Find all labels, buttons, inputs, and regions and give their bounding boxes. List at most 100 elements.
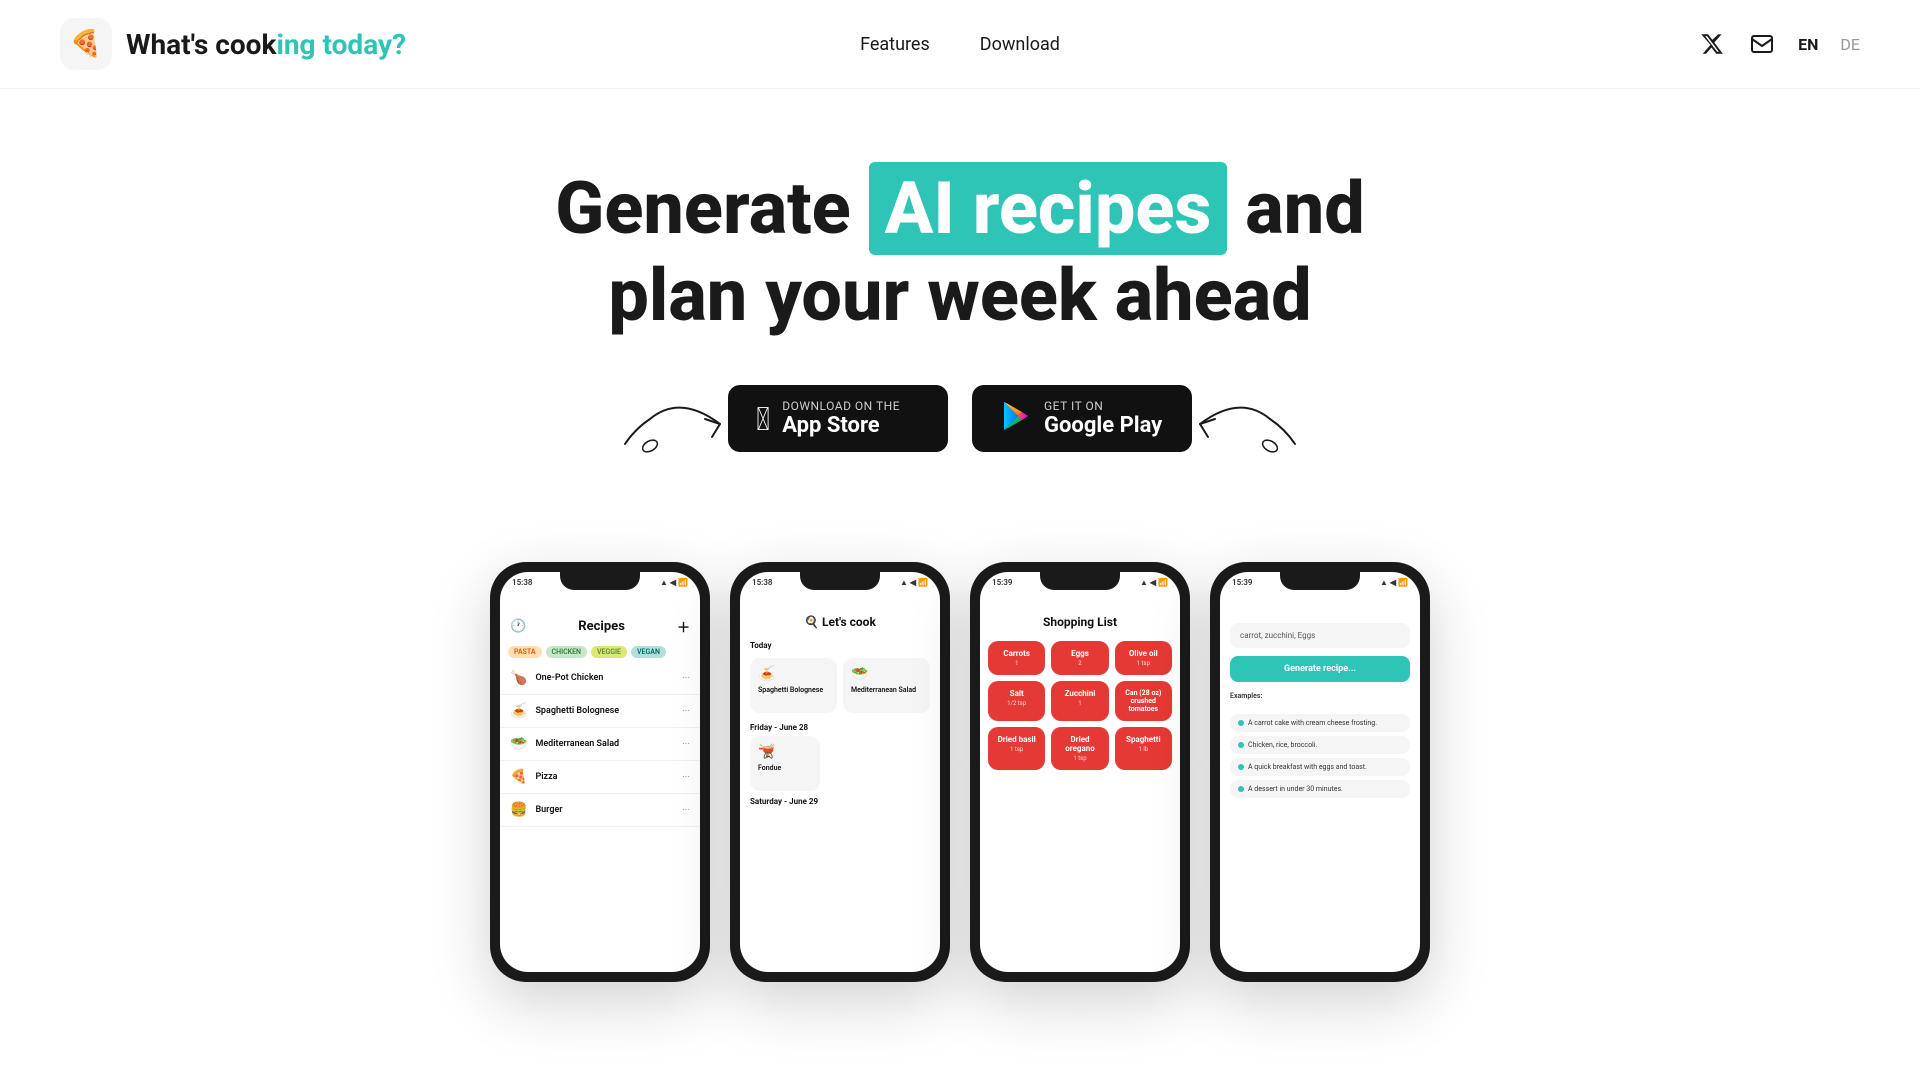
recipe-menu-1[interactable]: ··· — [682, 673, 690, 684]
recipe-menu-2[interactable]: ··· — [682, 706, 690, 717]
letscook-friday-title: Friday - June 28 — [740, 717, 940, 736]
twitter-x-icon[interactable] — [1698, 30, 1726, 58]
recipe-name-4: Pizza — [535, 772, 674, 782]
phone-shopping-screen: 15:39 ▲ ◀ 📶 Shopping List Carrots 1 Eggs… — [980, 572, 1180, 972]
phone-time-2: 15:38 — [752, 578, 772, 587]
shopping-item-oliveoil[interactable]: Olive oil 1 tsp — [1115, 641, 1172, 675]
tag-vegan[interactable]: VEGAN — [631, 646, 666, 658]
lang-de[interactable]: DE — [1840, 35, 1860, 54]
recipes-icon: 🕐 — [510, 619, 526, 634]
heading-line2: plan your week ahead — [60, 256, 1860, 335]
phone-recipes-mockup: 15:38 ▲ ◀ 📶 🕐 Recipes ＋ PASTA CHICKEN VE… — [490, 562, 710, 982]
example-dot-1 — [1238, 720, 1244, 726]
tag-pasta[interactable]: PASTA — [508, 646, 542, 658]
heading-line1: Generate AI recipes and — [555, 162, 1364, 255]
right-arrow-decoration — [1180, 384, 1300, 454]
site-title: What's cooking today? — [126, 28, 406, 61]
recipes-add[interactable]: ＋ — [677, 617, 690, 636]
shopping-item-zucchini[interactable]: Zucchini 1 — [1051, 681, 1108, 721]
phone-recipes-screen: 15:38 ▲ ◀ 📶 🕐 Recipes ＋ PASTA CHICKEN VE… — [500, 572, 700, 972]
letscook-fondue-name: Fondue — [758, 764, 812, 772]
hero-heading: Generate AI recipes and plan your week a… — [60, 169, 1860, 335]
nav-right-actions: EN DE — [1698, 30, 1860, 58]
letscook-header: 🍳 Let's cook — [740, 587, 940, 635]
apple-icon:  — [756, 403, 770, 435]
lang-en[interactable]: EN — [1798, 35, 1818, 54]
ai-example-2[interactable]: Chicken, rice, broccoli. — [1230, 736, 1410, 754]
hero-section: Generate AI recipes and plan your week a… — [0, 89, 1920, 492]
shopping-item-tomatoes[interactable]: Can (28 oz) crushed tomatoes — [1115, 681, 1172, 721]
phone-notch-2 — [800, 572, 880, 590]
recipe-emoji-3: 🥗 — [510, 736, 527, 752]
recipe-name-3: Mediterranean Salad — [535, 739, 674, 749]
example-dot-4 — [1238, 786, 1244, 792]
logo-icon: 🍕 — [60, 18, 112, 70]
shopping-item-basil[interactable]: Dried basil 1 tsp — [988, 727, 1045, 770]
heading-plain-text: Generate — [555, 166, 868, 251]
recipes-header: 🕐 Recipes ＋ — [500, 587, 700, 642]
example-text-2: Chicken, rice, broccoli. — [1248, 741, 1317, 749]
recipe-emoji-1: 🍗 — [510, 670, 527, 686]
phone-notch-4 — [1280, 572, 1360, 590]
shopping-item-oregano[interactable]: Dried oregano 1 tsp — [1051, 727, 1108, 770]
phone-time-1: 15:38 — [512, 578, 532, 587]
phone-signals-1: ▲ ◀ 📶 — [660, 578, 688, 587]
left-arrow-decoration — [620, 384, 740, 454]
phone-time-4: 15:39 — [1232, 578, 1252, 587]
heading-ai-highlight: AI recipes — [869, 162, 1228, 255]
recipe-name-5: Burger — [535, 805, 674, 815]
recipe-item-5[interactable]: 🍔 Burger ··· — [500, 794, 700, 827]
recipe-item-2[interactable]: 🍝 Spaghetti Bolognese ··· — [500, 695, 700, 728]
recipe-emoji-5: 🍔 — [510, 802, 527, 818]
google-play-sub-label: GET IT ON — [1044, 399, 1103, 413]
cta-buttons:  Download on the App Store — [60, 385, 1860, 452]
tag-veggie[interactable]: VEGGIE — [591, 646, 627, 658]
letscook-fondue-emoji: 🫕 — [758, 744, 812, 760]
shopping-item-carrots[interactable]: Carrots 1 — [988, 641, 1045, 675]
recipe-menu-3[interactable]: ··· — [682, 739, 690, 750]
recipe-menu-4[interactable]: ··· — [682, 772, 690, 783]
google-play-main-label: Google Play — [1044, 413, 1162, 438]
letscook-saturday-title: Saturday - June 29 — [740, 791, 940, 810]
ai-input-field[interactable]: carrot, zucchini, Eggs — [1230, 623, 1410, 648]
app-store-button[interactable]:  Download on the App Store — [728, 385, 948, 452]
mail-icon[interactable] — [1748, 30, 1776, 58]
example-dot-3 — [1238, 764, 1244, 770]
ai-example-3[interactable]: A quick breakfast with eggs and toast. — [1230, 758, 1410, 776]
letscook-card-2[interactable]: 🥗 Mediterranean Salad — [843, 658, 930, 713]
google-play-button[interactable]: GET IT ON Google Play — [972, 385, 1192, 452]
phone-notch-1 — [560, 572, 640, 590]
example-text-3: A quick breakfast with eggs and toast. — [1248, 763, 1367, 771]
nav-features-link[interactable]: Features — [860, 34, 930, 55]
letscook-cards: 🍝 Spaghetti Bolognese 🥗 Mediterranean Sa… — [740, 654, 940, 717]
phone-time-3: 15:39 — [992, 578, 1012, 587]
nav-download-link[interactable]: Download — [980, 34, 1060, 55]
app-store-sub-label: Download on the — [782, 399, 900, 413]
example-text-4: A dessert in under 30 minutes. — [1248, 785, 1343, 793]
recipe-menu-5[interactable]: ··· — [682, 805, 690, 816]
phone-notch-3 — [1040, 572, 1120, 590]
shopping-item-salt[interactable]: Salt 1/2 tsp — [988, 681, 1045, 721]
ai-generate-button[interactable]: Generate recipe... — [1230, 656, 1410, 682]
nav-links: Features Download — [860, 34, 1060, 55]
shopping-item-spaghetti[interactable]: Spaghetti 1 lb — [1115, 727, 1172, 770]
letscook-fondue-card[interactable]: 🫕 Fondue — [750, 736, 820, 791]
google-play-icon — [1000, 400, 1032, 437]
tag-chicken[interactable]: CHICKEN — [546, 646, 587, 658]
phone-signals-3: ▲ ◀ 📶 — [1140, 578, 1168, 587]
shopping-item-eggs[interactable]: Eggs 2 — [1051, 641, 1108, 675]
letscook-card-1[interactable]: 🍝 Spaghetti Bolognese — [750, 658, 837, 713]
app-store-text: Download on the App Store — [782, 399, 900, 438]
recipe-tags: PASTA CHICKEN VEGGIE VEGAN — [500, 642, 700, 662]
ai-example-4[interactable]: A dessert in under 30 minutes. — [1230, 780, 1410, 798]
heading-line1-end: and — [1227, 166, 1364, 251]
letscook-emoji-1: 🍝 — [758, 666, 829, 682]
letscook-today-title: Today — [740, 635, 940, 654]
phone-mockups-section: 15:38 ▲ ◀ 📶 🕐 Recipes ＋ PASTA CHICKEN VE… — [0, 492, 1920, 982]
recipe-item-4[interactable]: 🍕 Pizza ··· — [500, 761, 700, 794]
ai-example-1[interactable]: A carrot cake with cream cheese frosting… — [1230, 714, 1410, 732]
recipe-item-3[interactable]: 🥗 Mediterranean Salad ··· — [500, 728, 700, 761]
recipe-item-1[interactable]: 🍗 One-Pot Chicken ··· — [500, 662, 700, 695]
recipe-emoji-4: 🍕 — [510, 769, 527, 785]
google-play-text: GET IT ON Google Play — [1044, 399, 1162, 438]
